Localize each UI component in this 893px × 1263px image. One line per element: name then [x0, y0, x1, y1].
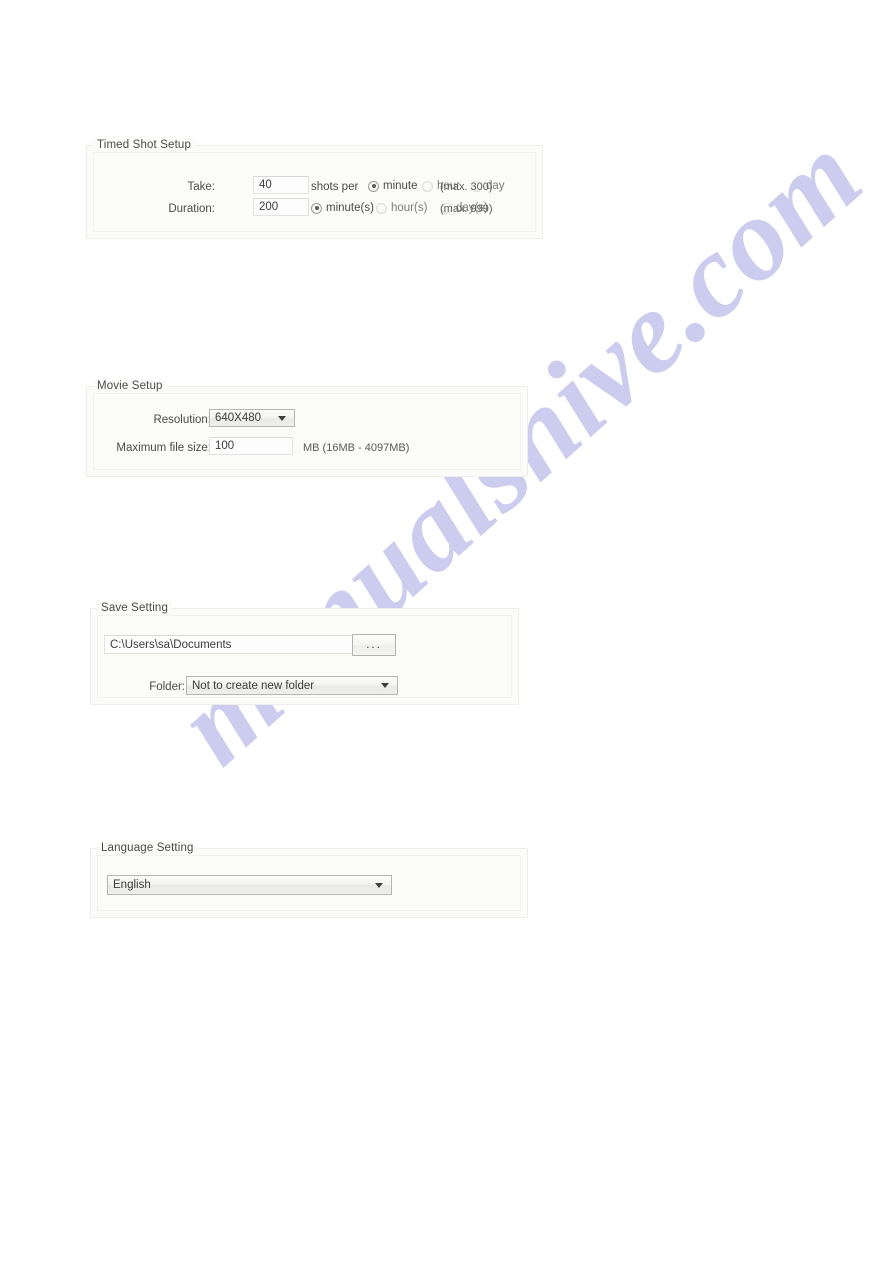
duration-value-input[interactable] [253, 198, 309, 216]
folder-value: Not to create new folder [192, 679, 315, 692]
movie-setup-title: Movie Setup [93, 380, 167, 392]
language-setting-body: English [91, 849, 527, 917]
folder-label: Folder: [149, 681, 185, 693]
duration-max-hint: (max. 999) [440, 203, 493, 215]
take-label: Take: [187, 181, 216, 193]
duration-unit-minutes-radio[interactable]: minute(s) [311, 202, 374, 214]
chevron-down-icon [377, 683, 393, 688]
chevron-down-icon [274, 415, 290, 421]
language-value: English [113, 879, 151, 891]
save-setting-body: ... Folder: Not to create new folder [91, 609, 518, 704]
language-combobox[interactable]: English [107, 875, 392, 895]
take-count-input[interactable] [253, 176, 309, 194]
duration-unit-hours-label: hour(s) [391, 202, 428, 214]
language-setting-title: Language Setting [97, 842, 198, 854]
file-size-unit-hint: MB (16MB - 4097MB) [303, 442, 410, 454]
radio-dot-icon [368, 180, 379, 192]
maximum-file-size-input[interactable] [209, 437, 293, 455]
resolution-combobox[interactable]: 640X480 [209, 409, 295, 427]
duration-unit-minutes-label: minute(s) [326, 202, 374, 214]
maximum-file-size-label: Maximum file size: [116, 442, 211, 454]
radio-dot-icon [422, 180, 433, 192]
duration-unit-hours-radio[interactable]: hour(s) [376, 202, 427, 214]
save-path-input[interactable] [104, 635, 354, 654]
resolution-value: 640X480 [215, 412, 262, 424]
browse-folder-button[interactable]: ... [352, 634, 396, 656]
folder-combobox[interactable]: Not to create new folder [186, 676, 398, 695]
save-setting-title: Save Setting [97, 602, 173, 614]
duration-label: Duration: [168, 203, 215, 215]
timed-shot-setup-title: Timed Shot Setup [93, 139, 196, 151]
save-setting-panel: Save Setting ... Folder: Not to create n… [90, 602, 519, 705]
timed-shot-setup-body: Take: shots per minute hour day (max. 30… [87, 146, 542, 238]
take-unit-minute-radio[interactable]: minute [368, 180, 418, 192]
radio-dot-icon [311, 202, 322, 214]
chevron-down-icon [371, 882, 387, 888]
shots-per-label: shots per [311, 181, 359, 193]
take-unit-minute-label: minute [383, 180, 418, 192]
radio-dot-icon [376, 202, 387, 214]
movie-setup-panel: Movie Setup Resolution: 640X480 Maximum … [86, 380, 528, 477]
language-setting-panel: Language Setting English [90, 842, 528, 918]
timed-shot-setup-panel: Timed Shot Setup Take: shots per minute … [86, 139, 543, 239]
movie-setup-body: Resolution: 640X480 Maximum file size: M… [87, 387, 527, 476]
take-max-hint: (max. 300) [440, 181, 493, 193]
resolution-label: Resolution: [153, 414, 211, 426]
